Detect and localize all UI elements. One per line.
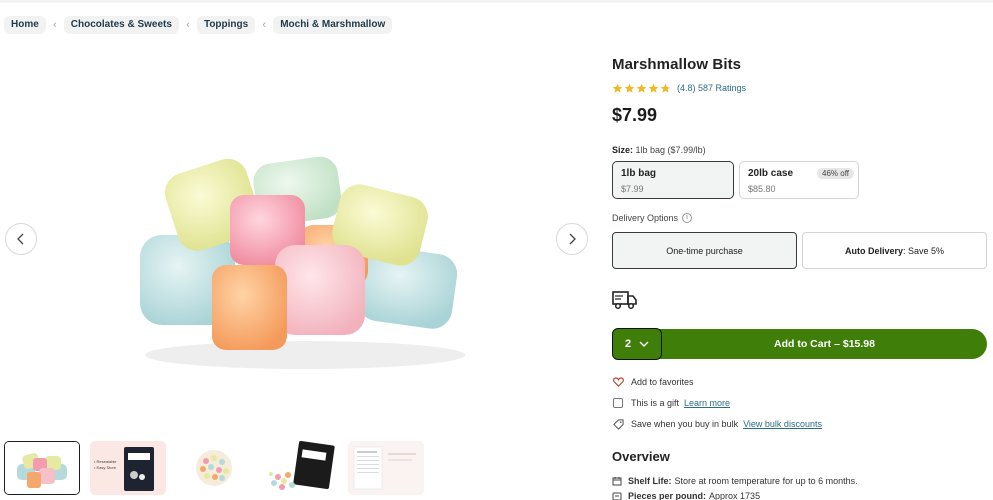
star-icon [612,83,623,93]
delivery-options-label: Delivery Options i [612,213,693,223]
add-to-cart-button[interactable]: Add to Cart – $15.98 [662,329,987,359]
breadcrumb-mochi-marshmallow[interactable]: Mochi & Marshmallow [273,16,393,34]
thumbnail-3[interactable] [176,441,252,495]
bulk-label: Save when you buy in bulk [631,419,739,429]
svg-text:• Resealable: • Resealable [94,459,117,464]
breadcrumb-toppings[interactable]: Toppings [196,16,256,34]
image-next-button[interactable] [556,223,588,255]
breadcrumb-separator-icon: ‹ [52,19,57,31]
product-title: Marshmallow Bits [612,56,742,73]
size-option-1lb-bag[interactable]: 1lb bag $7.99 [612,161,734,199]
gift-option: This is a gift Learn more [612,397,730,409]
top-divider [0,0,993,3]
delivery-option-label-rest: : Save 5% [903,245,945,256]
product-rating[interactable]: (4.8) 587 Ratings [612,81,746,95]
learn-more-link[interactable]: Learn more [684,398,730,408]
calendar-icon [612,477,622,486]
discount-badge: 46% off [817,168,854,179]
rating-count[interactable]: (4.8) 587 Ratings [677,83,746,93]
breadcrumb-chocolates-sweets[interactable]: Chocolates & Sweets [63,16,179,34]
add-to-favorites[interactable]: Add to favorites [612,376,694,388]
add-to-favorites-label: Add to favorites [631,377,694,387]
delivery-label-text: Delivery Options [612,213,679,223]
delivery-option-label-bold: Auto Delivery [844,245,903,256]
breadcrumb-home[interactable]: Home [4,16,46,34]
checkbox-wrapper [612,397,624,409]
bulk-discount: Save when you buy in bulk View bulk disc… [612,418,822,430]
image-prev-button[interactable] [5,223,37,255]
product-main-image [130,140,470,390]
quantity-value: 2 [624,338,632,350]
tag-icon [612,418,624,430]
star-icon [636,83,647,93]
thumbnail-strip: • Resealable • Easy Store [4,441,434,496]
info-icon[interactable]: i [682,213,693,223]
gift-label: This is a gift [631,398,680,408]
star-half-icon [660,83,671,93]
chevron-left-icon [17,233,24,245]
scale-icon [612,492,622,500]
delivery-option-label: One-time purchase [666,245,743,256]
pieces-per-pound: Pieces per pound: Approx 1735 [612,491,760,500]
quantity-select[interactable]: 2 [612,328,662,360]
heart-icon [612,376,624,388]
gift-checkbox[interactable] [613,398,623,408]
star-icon [648,83,659,93]
svg-text:• Easy Store: • Easy Store [94,465,117,470]
pieces-per-pound-label: Pieces per pound: [628,491,707,500]
chevron-right-icon [569,233,576,245]
delivery-auto-delivery[interactable]: Auto Delivery: Save 5% [802,232,987,269]
breadcrumb-separator-icon: ‹ [186,19,190,31]
product-price: $7.99 [612,105,658,125]
size-option-price: $85.80 [748,184,776,194]
thumbnail-5[interactable] [348,441,424,495]
size-label-value: 1lb bag ($7.99/lb) [635,145,706,155]
size-label-prefix: Size: [612,145,634,155]
size-label: Size: 1lb bag ($7.99/lb) [612,145,706,155]
size-option-20lb-case[interactable]: 20lb case $85.80 46% off [739,161,859,199]
truck-icon [612,291,637,310]
thumbnail-4[interactable] [262,441,338,495]
overview-heading: Overview [612,449,670,464]
shelf-life: Shelf Life: Store at room temperature fo… [612,476,858,486]
size-option-name: 1lb bag [621,168,657,179]
pieces-per-pound-text: Approx 1735 [709,491,761,500]
rating-stars [612,83,672,94]
thumbnail-1[interactable] [4,441,80,495]
thumbnail-2[interactable]: • Resealable • Easy Store [90,441,166,495]
breadcrumb-separator-icon: ‹ [262,19,267,31]
view-bulk-discounts-link[interactable]: View bulk discounts [743,419,822,429]
chevron-down-icon [639,341,649,347]
breadcrumb: Home ‹ Chocolates & Sweets ‹ Toppings ‹ … [4,16,393,34]
shelf-life-label: Shelf Life: [628,476,672,486]
size-option-price: $7.99 [621,184,644,194]
star-icon [624,83,635,93]
shelf-life-text: Store at room temperature for up to 6 mo… [674,476,858,486]
delivery-one-time-purchase[interactable]: One-time purchase [612,232,797,269]
